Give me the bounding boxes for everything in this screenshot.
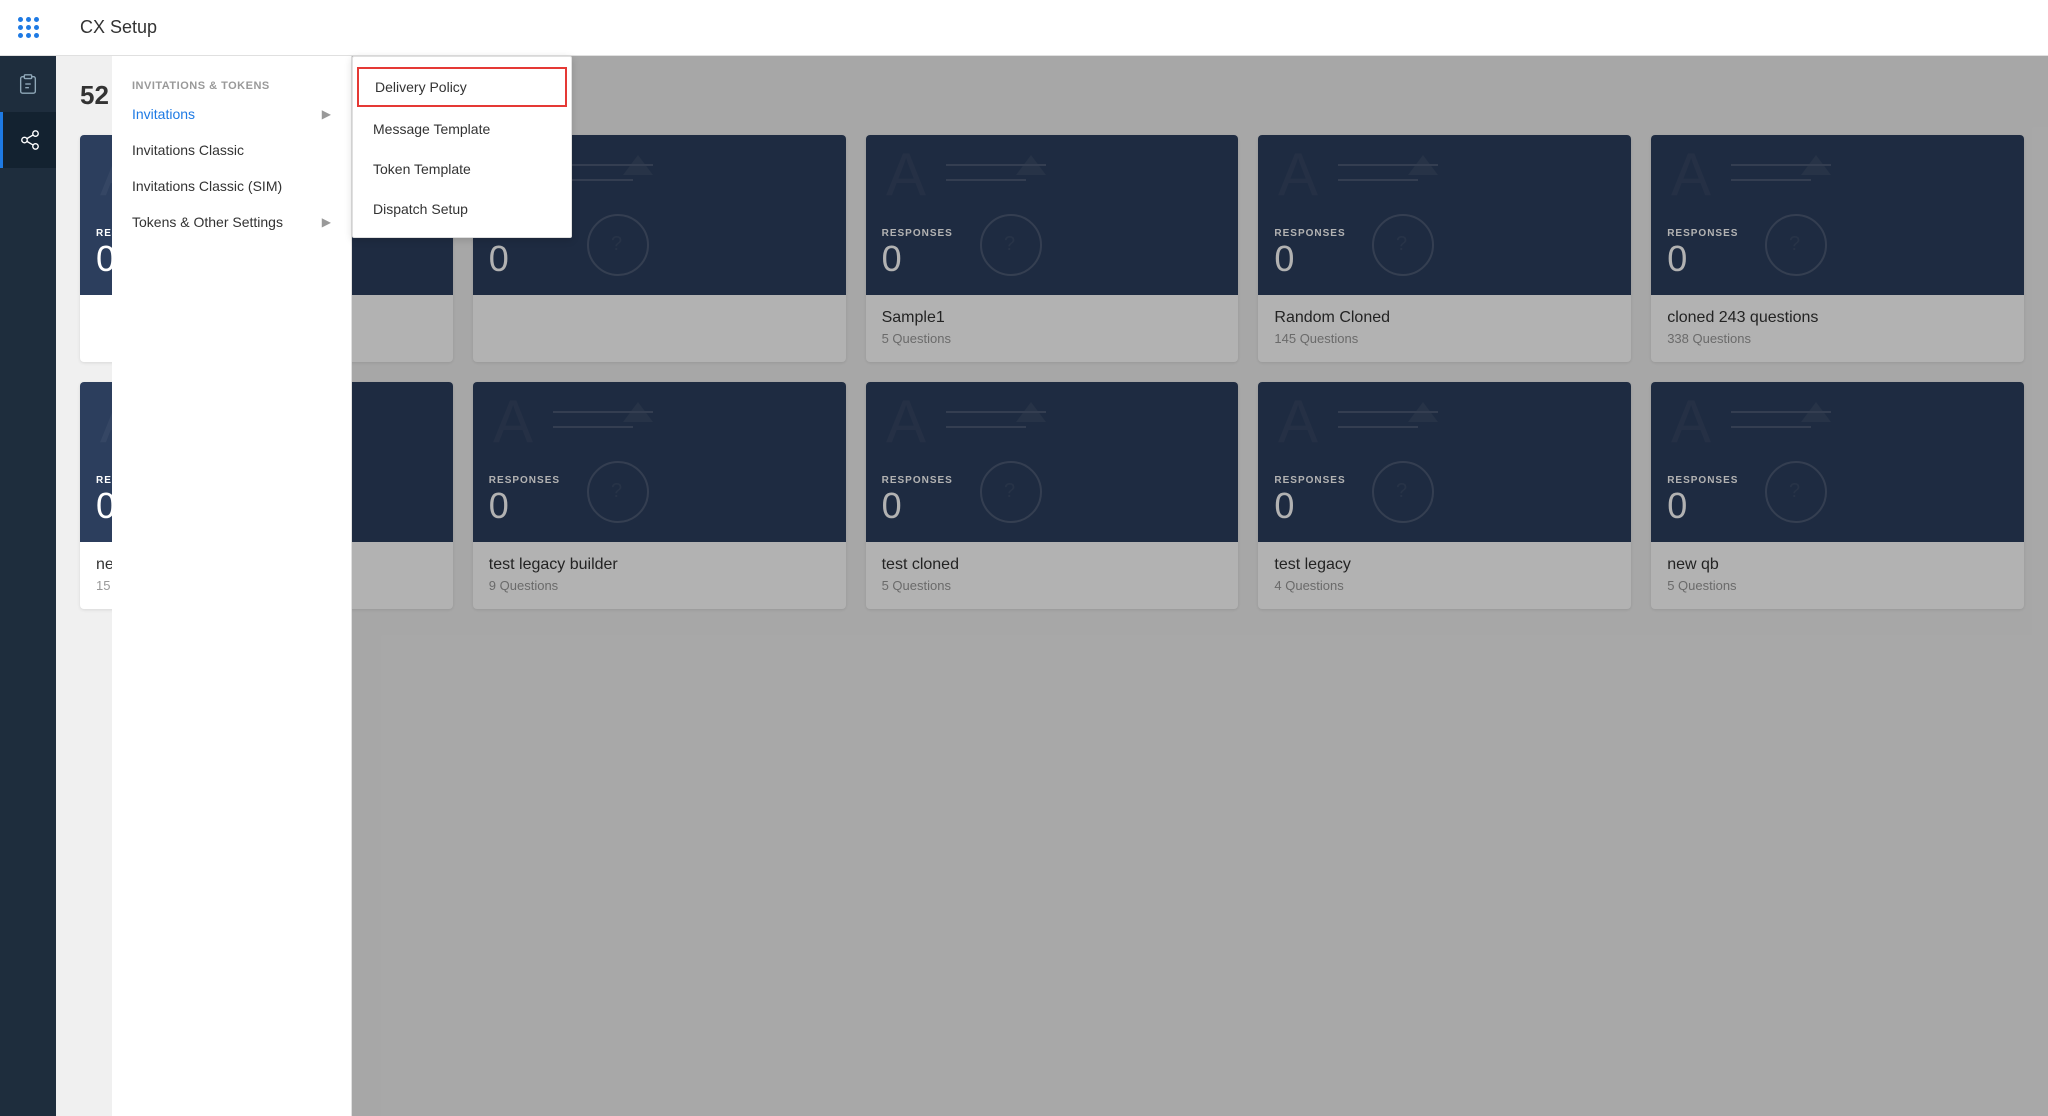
- submenu-item-dispatch-setup[interactable]: Dispatch Setup: [353, 189, 571, 229]
- top-header: CX Setup: [56, 0, 2048, 56]
- sidebar-item-clipboard[interactable]: [0, 56, 56, 112]
- sidebar-item-share[interactable]: [0, 112, 56, 168]
- submenu-item-token-template[interactable]: Token Template: [353, 149, 571, 189]
- nav-backdrop[interactable]: [352, 56, 2048, 1116]
- submenu-item-message-template[interactable]: Message Template: [353, 109, 571, 149]
- nav-item-label: Invitations Classic: [132, 142, 244, 158]
- sidebar-logo[interactable]: [0, 0, 56, 56]
- nav-item-invitations-classic[interactable]: Invitations Classic: [112, 132, 351, 168]
- apps-icon: [18, 17, 38, 38]
- submenu-item-label: Message Template: [373, 121, 490, 137]
- app-title: CX Setup: [80, 17, 157, 38]
- left-nav-section-label: Invitations & Tokens: [112, 72, 351, 96]
- chevron-right-icon: ▶: [322, 107, 331, 121]
- submenu-item-label: Delivery Policy: [375, 79, 467, 95]
- questionnaire-count: 52: [80, 80, 109, 110]
- main-area: CX Setup 52 Questionnaires A: [56, 0, 2048, 1116]
- nav-item-label: Tokens & Other Settings: [132, 214, 283, 230]
- submenu-item-delivery-policy[interactable]: Delivery Policy: [357, 67, 567, 107]
- invitations-submenu: Delivery Policy Message Template Token T…: [352, 56, 572, 238]
- nav-item-label: Invitations Classic (SIM): [132, 178, 282, 194]
- submenu-item-label: Dispatch Setup: [373, 201, 468, 217]
- nav-item-tokens-settings[interactable]: Tokens & Other Settings ▶: [112, 204, 351, 240]
- sidebar: [0, 0, 56, 1116]
- nav-item-invitations[interactable]: Invitations ▶: [112, 96, 351, 132]
- nav-item-label: Invitations: [132, 106, 195, 122]
- submenu-item-label: Token Template: [373, 161, 471, 177]
- left-nav-panel: Invitations & Tokens Invitations ▶ Invit…: [112, 56, 352, 1116]
- nav-item-invitations-classic-sim[interactable]: Invitations Classic (SIM): [112, 168, 351, 204]
- chevron-right-icon: ▶: [322, 215, 331, 229]
